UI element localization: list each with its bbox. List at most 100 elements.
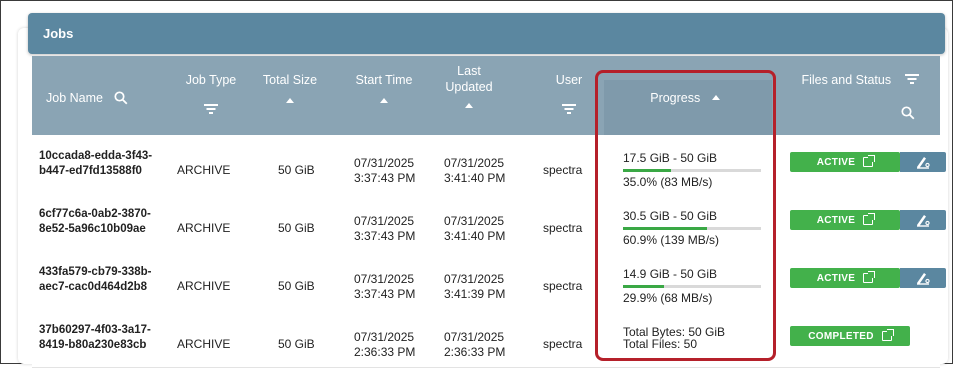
filter-icon[interactable]: [562, 104, 576, 114]
start-date: 07/31/2025: [354, 214, 415, 228]
external-link-icon: [881, 329, 894, 341]
sort-up-icon[interactable]: [286, 98, 294, 103]
sort-up-icon[interactable]: [380, 98, 388, 103]
start-clock: 3:37:43 PM: [354, 171, 416, 185]
progress-bar-fill: [623, 169, 671, 172]
updated-clock: 3:41:40 PM: [444, 171, 506, 185]
job-type: ARCHIVE: [177, 221, 231, 235]
table-row[interactable]: 37b60297-4f03-3a17- 8419-b80a230e83cb AR…: [32, 309, 940, 368]
job-name[interactable]: 37b60297-4f03-3a17- 8419-b80a230e83cb: [39, 323, 151, 353]
updated-date: 07/31/2025: [444, 156, 505, 170]
progress-bar: [623, 169, 761, 172]
col-files-status-label: Files and Status: [801, 73, 892, 87]
progress-bar: [623, 227, 761, 230]
progress-line-1: 17.5 GiB - 50 GiB: [623, 151, 718, 165]
col-files-status[interactable]: Files and Status: [790, 72, 930, 124]
col-job-type-label: Job Type: [185, 73, 237, 87]
status-button[interactable]: ACTIVE: [790, 210, 900, 230]
job-name-line-1: 37b60297-4f03-3a17-: [39, 324, 151, 336]
status-label: ACTIVE: [816, 156, 856, 168]
col-start-time-label: Start Time: [355, 73, 413, 87]
col-last-updated-label-2: Updated: [445, 80, 493, 94]
updated-date: 07/31/2025: [444, 330, 505, 344]
total-size: 50 GiB: [278, 337, 315, 351]
status-button[interactable]: ACTIVE: [790, 268, 900, 288]
status-button[interactable]: COMPLETED: [790, 326, 910, 346]
table-row[interactable]: 433fa579-cb79-338b- aec7-cac0d464d2b8 AR…: [32, 251, 946, 310]
external-link-icon: [863, 155, 876, 167]
status-button[interactable]: ACTIVE: [790, 152, 900, 172]
panel-title: Jobs: [43, 26, 74, 41]
start-date: 07/31/2025: [354, 272, 415, 286]
col-start-time[interactable]: Start Time: [343, 72, 425, 103]
progress-line-1: 14.9 GiB - 50 GiB: [623, 267, 718, 281]
progress-bar: [623, 285, 761, 288]
col-progress[interactable]: Progress: [620, 90, 750, 106]
last-updated: 07/31/2025 3:41:40 PM: [444, 156, 505, 186]
total-size: 50 GiB: [278, 163, 315, 177]
col-progress-label: Progress: [650, 91, 701, 105]
sort-up-icon[interactable]: [711, 95, 720, 100]
user: spectra: [543, 279, 583, 293]
start-time: 07/31/2025 3:37:43 PM: [354, 156, 415, 186]
search-icon[interactable]: [114, 91, 128, 105]
updated-clock: 3:41:39 PM: [444, 287, 506, 301]
filter-icon[interactable]: [204, 104, 218, 114]
edit-action-button[interactable]: [900, 268, 946, 288]
job-name[interactable]: 10ccada8-edda-3f43- b447-ed7fd13588f0: [39, 149, 152, 179]
status-label: ACTIVE: [816, 272, 856, 284]
job-name-line-1: 6cf77c6a-0ab2-3870-: [39, 208, 151, 220]
start-clock: 3:37:43 PM: [354, 229, 416, 243]
table-row[interactable]: 6cf77c6a-0ab2-3870- 8e52-5a96c10b09ae AR…: [32, 193, 946, 252]
progress-line-2: 60.9% (139 MB/s): [623, 233, 720, 247]
table-row[interactable]: 10ccada8-edda-3f43- b447-ed7fd13588f0 AR…: [32, 135, 946, 194]
progress-line-2: 29.9% (68 MB/s): [623, 291, 713, 305]
progress-bar-fill: [623, 285, 664, 288]
status-label: COMPLETED: [808, 330, 874, 342]
total-size: 50 GiB: [278, 221, 315, 235]
job-name[interactable]: 433fa579-cb79-338b- aec7-cac0d464d2b8: [39, 265, 152, 295]
edit-icon: [917, 215, 930, 227]
edit-icon: [917, 273, 930, 285]
edit-action-button[interactable]: [900, 210, 946, 230]
job-name-line-1: 433fa579-cb79-338b-: [39, 266, 152, 278]
external-link-icon: [863, 213, 876, 225]
edit-action-button[interactable]: [900, 152, 946, 172]
col-last-updated[interactable]: Last Updated: [433, 63, 505, 108]
search-icon[interactable]: [901, 106, 915, 120]
sort-up-icon[interactable]: [465, 103, 473, 108]
updated-date: 07/31/2025: [444, 214, 505, 228]
start-time: 07/31/2025 3:37:43 PM: [354, 214, 415, 244]
job-name[interactable]: 6cf77c6a-0ab2-3870- 8e52-5a96c10b09ae: [39, 207, 151, 237]
filter-icon[interactable]: [904, 74, 919, 84]
progress-line-2: Total Files: 50: [623, 337, 698, 351]
col-user[interactable]: User: [544, 72, 594, 118]
col-job-name-label: Job Name: [46, 91, 103, 105]
updated-date: 07/31/2025: [444, 272, 505, 286]
col-job-type[interactable]: Job Type: [176, 72, 246, 118]
start-date: 07/31/2025: [354, 330, 415, 344]
updated-clock: 3:41:40 PM: [444, 229, 506, 243]
user: spectra: [543, 163, 583, 177]
last-updated: 07/31/2025 2:36:33 PM: [444, 330, 505, 360]
updated-clock: 2:36:33 PM: [444, 345, 506, 359]
col-user-label: User: [555, 73, 583, 87]
progress-header-cell: [604, 80, 772, 135]
job-name-line-2: b447-ed7fd13588f0: [39, 165, 142, 177]
col-job-name[interactable]: Job Name: [46, 90, 146, 106]
start-clock: 3:37:43 PM: [354, 287, 416, 301]
user: spectra: [543, 221, 583, 235]
jobs-header-bar: Jobs: [28, 13, 945, 54]
job-name-line-2: 8419-b80a230e83cb: [39, 339, 147, 351]
progress-line-1: 30.5 GiB - 50 GiB: [623, 209, 718, 223]
progress-bar-fill: [623, 227, 707, 230]
col-total-size[interactable]: Total Size: [252, 72, 328, 103]
start-clock: 2:36:33 PM: [354, 345, 416, 359]
job-name-line-2: 8e52-5a96c10b09ae: [39, 223, 146, 235]
job-type: ARCHIVE: [177, 337, 231, 351]
job-type: ARCHIVE: [177, 163, 231, 177]
status-label: ACTIVE: [816, 214, 856, 226]
job-type: ARCHIVE: [177, 279, 231, 293]
total-size: 50 GiB: [278, 279, 315, 293]
progress-bar: [623, 358, 761, 361]
